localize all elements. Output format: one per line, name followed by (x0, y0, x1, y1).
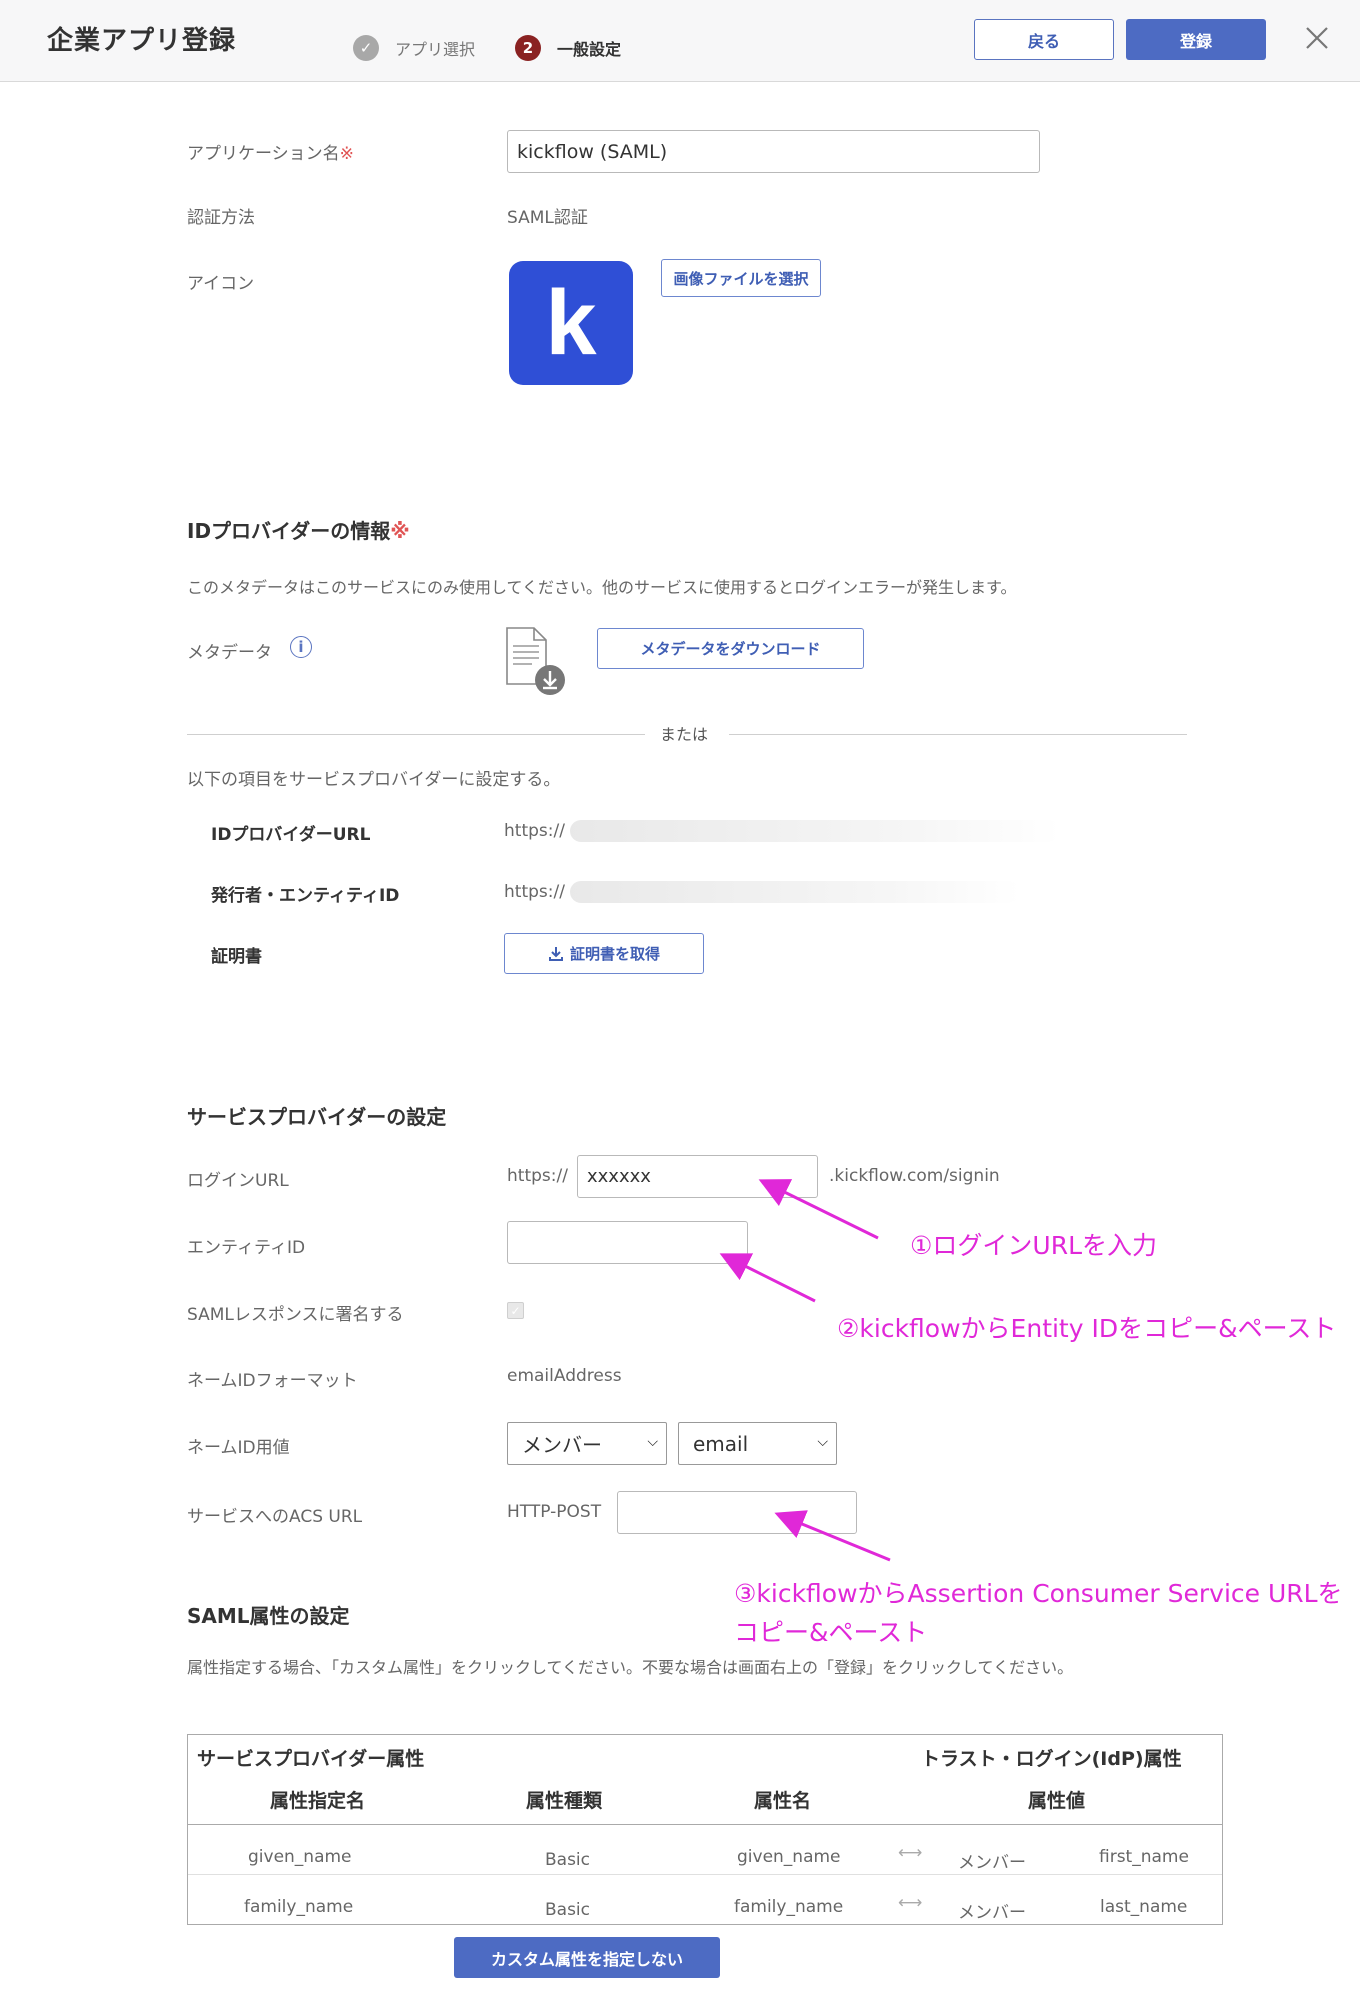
header-divider (188, 1824, 1222, 1825)
row-spec-name: family_name (244, 1897, 354, 1917)
mapping-arrow-icon: ⟷ (898, 1843, 923, 1863)
annotation-entity-id: ②kickflowからEntity IDをコピー&ペースト (837, 1314, 1337, 1343)
arrow-entity-id (719, 1253, 816, 1303)
row-source: メンバー (958, 1903, 1026, 1923)
row-attr-name: given_name (737, 1847, 841, 1867)
sp-attribute-header: サービスプロバイダー属性 (197, 1748, 425, 1770)
annotation-arrows (719, 1179, 891, 1562)
mapping-arrow-icon: ⟷ (898, 1893, 923, 1913)
row-attr-name: family_name (734, 1897, 844, 1917)
annotation-login-url: ①ログインURLを入力 (910, 1231, 1158, 1260)
saml-attr-note: 属性指定する場合、「カスタム属性」をクリックしてください。不要な場合は画面右上の… (187, 1658, 1074, 1677)
arrow-login-url (758, 1179, 879, 1240)
no-custom-attribute-button[interactable]: カスタム属性を指定しない (454, 1937, 720, 1978)
row-source: メンバー (958, 1853, 1026, 1873)
col-attr-spec-name: 属性指定名 (270, 1790, 366, 1812)
annotation-acs-url-line2: コピー&ペースト (734, 1618, 928, 1647)
col-attr-name: 属性名 (754, 1790, 812, 1812)
row-divider (188, 1874, 1222, 1875)
row-type: Basic (545, 1900, 591, 1920)
saml-attribute-table: サービスプロバイダー属性 トラスト・ログイン(IdP)属性 属性指定名 属性種類… (187, 1734, 1223, 1925)
row-spec-name: given_name (248, 1847, 352, 1867)
annotation-acs-url-line1: ③kickflowからAssertion Consumer Service UR… (734, 1579, 1343, 1608)
row-attr-value: last_name (1100, 1897, 1188, 1917)
col-attr-type: 属性種類 (526, 1790, 603, 1812)
idp-attribute-header: トラスト・ログイン(IdP)属性 (921, 1748, 1182, 1770)
saml-attr-section-title: SAML属性の設定 (187, 1604, 350, 1628)
col-attr-value: 属性値 (1028, 1790, 1086, 1812)
row-attr-value: first_name (1099, 1847, 1189, 1867)
row-type: Basic (545, 1850, 591, 1870)
arrow-acs-url (774, 1510, 891, 1562)
